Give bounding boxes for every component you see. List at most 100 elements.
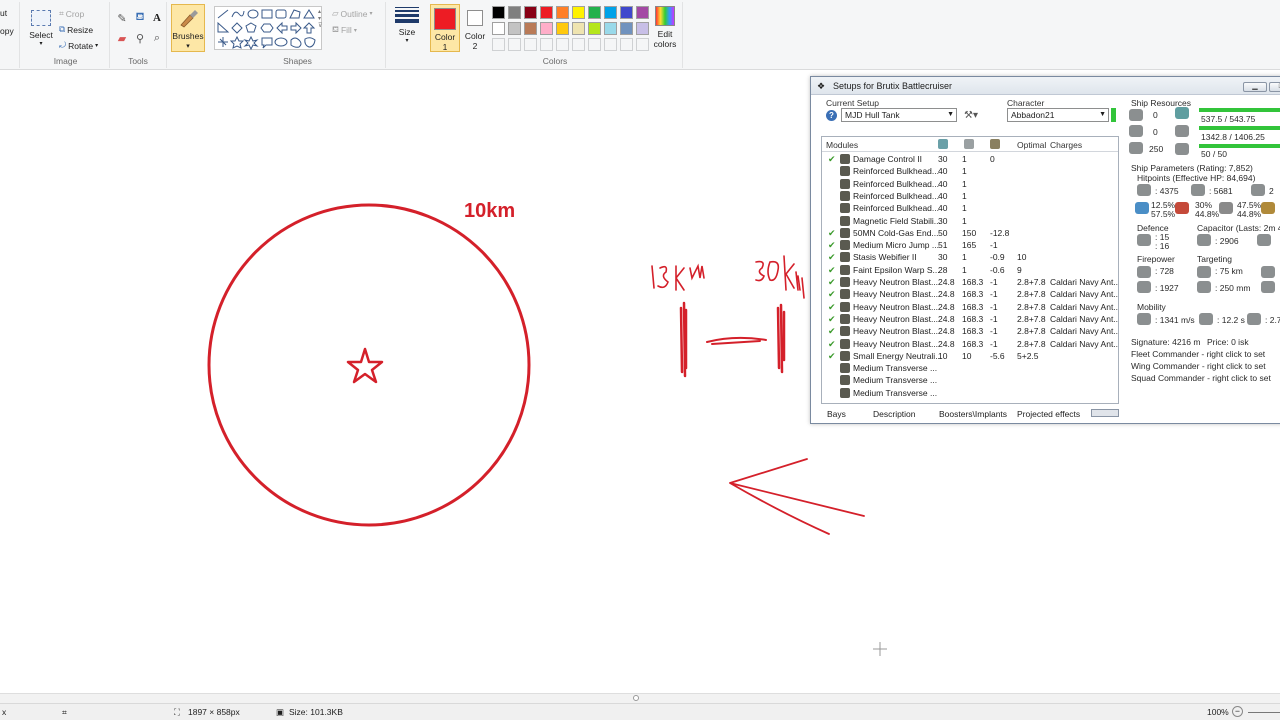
module-row[interactable]: Reinforced Bulkhead... 40 1: [822, 178, 1118, 190]
zoom-out-button[interactable]: −: [1232, 706, 1243, 717]
module-row[interactable]: ✔ Small Energy Neutrali... 10 10 -5.6 5+2.5: [822, 350, 1118, 362]
help-icon[interactable]: ?: [826, 110, 837, 121]
squad-commander[interactable]: Squad Commander - right click to set: [1131, 373, 1271, 383]
module-row[interactable]: Reinforced Bulkhead... 40 1: [822, 165, 1118, 177]
copy-button[interactable]: opy: [0, 26, 14, 36]
module-row[interactable]: ✔ Faint Epsilon Warp S... 28 1 -0.6 9: [822, 264, 1118, 276]
module-row[interactable]: ✔ Medium Micro Jump ... 51 165 -1: [822, 239, 1118, 251]
tab-boosters-implants[interactable]: Boosters\Implants: [939, 409, 1007, 419]
brushes-button[interactable]: Brushes ▾: [171, 4, 205, 52]
cpu-col-icon[interactable]: [938, 139, 948, 149]
module-row[interactable]: Reinforced Bulkhead... 40 1: [822, 202, 1118, 214]
resize-button[interactable]: ⧉ Resize: [59, 24, 93, 35]
module-row[interactable]: Magnetic Field Stabili... 30 1: [822, 215, 1118, 227]
palette-swatch[interactable]: [636, 22, 649, 35]
palette-custom-slot[interactable]: [636, 38, 649, 51]
capacitor-col-icon[interactable]: [990, 139, 1000, 149]
palette-swatch[interactable]: [588, 6, 601, 19]
color-picker-icon[interactable]: ⚲: [132, 30, 148, 46]
modules-col-header[interactable]: Modules: [826, 140, 858, 150]
tab-description[interactable]: Description: [873, 409, 916, 419]
palette-swatch[interactable]: [540, 22, 553, 35]
rotate-button[interactable]: ⤾ Rotate ▾: [59, 40, 98, 51]
eraser-icon[interactable]: ▰: [114, 30, 130, 46]
palette-swatch[interactable]: [604, 6, 617, 19]
palette-swatch[interactable]: [492, 6, 505, 19]
align-value: : 12.2 s: [1217, 315, 1245, 325]
bracket-connector: [706, 336, 767, 345]
color1-button[interactable]: Color 1: [430, 4, 460, 52]
cut-button[interactable]: ut: [0, 8, 7, 18]
character-dropdown[interactable]: Abbadon21 ▼: [1007, 108, 1109, 122]
optimal-col-header[interactable]: Optimal: [1017, 140, 1046, 150]
palette-swatch[interactable]: [492, 22, 505, 35]
palette-custom-slot[interactable]: [572, 38, 585, 51]
palette-swatch[interactable]: [620, 22, 633, 35]
palette-swatch[interactable]: [588, 22, 601, 35]
palette-custom-slot[interactable]: [508, 38, 521, 51]
palette-swatch[interactable]: [604, 22, 617, 35]
pencil-icon[interactable]: ✎: [114, 10, 130, 26]
module-row[interactable]: ✔ Heavy Neutron Blast... 24.8 168.3 -1 2.8+7.…: [822, 276, 1118, 288]
fill-button[interactable]: ⛾ Fill ▾: [332, 24, 357, 36]
setup-titlebar[interactable]: ❖ Setups for Brutix Battlecruiser ▁ □: [811, 77, 1280, 95]
zoom-slider[interactable]: [1248, 712, 1280, 713]
edit-colors-button[interactable]: Edit colors: [651, 6, 679, 54]
powergrid-col-icon[interactable]: [964, 139, 974, 149]
module-icon: [840, 215, 850, 226]
tab-projected-effects[interactable]: Projected effects: [1017, 409, 1080, 419]
shapes-scroll[interactable]: ▴ ▾ ⊽: [318, 8, 326, 48]
fleet-commander[interactable]: Fleet Commander - right click to set: [1131, 349, 1265, 359]
tab-bays[interactable]: Bays: [827, 409, 846, 419]
minimize-button[interactable]: ▁: [1243, 82, 1267, 92]
module-row[interactable]: Reinforced Bulkhead... 40 1: [822, 190, 1118, 202]
module-row[interactable]: ✔ Heavy Neutron Blast... 24.8 168.3 -1 2.8+7.…: [822, 313, 1118, 325]
palette-custom-slot[interactable]: [524, 38, 537, 51]
palette-swatch[interactable]: [508, 6, 521, 19]
horizontal-scrollbar[interactable]: [1091, 409, 1119, 417]
palette-swatch[interactable]: [508, 22, 521, 35]
palette-custom-slot[interactable]: [620, 38, 633, 51]
module-row[interactable]: ✔ 50MN Cold-Gas End... 50 150 -12.8: [822, 227, 1118, 239]
module-row[interactable]: ✔ Heavy Neutron Blast... 24.8 168.3 -1 2.8+7.…: [822, 288, 1118, 300]
crop-button[interactable]: ⌗ Crop: [59, 8, 84, 19]
shapes-gallery-icons[interactable]: [215, 7, 323, 51]
color2-button[interactable]: Color 2: [460, 4, 490, 52]
maximize-button[interactable]: □: [1269, 82, 1280, 92]
module-row[interactable]: ✔ Stasis Webifier II 30 1 -0.9 10: [822, 251, 1118, 263]
palette-custom-slot[interactable]: [604, 38, 617, 51]
text-icon[interactable]: A: [149, 10, 165, 26]
palette-swatch[interactable]: [636, 6, 649, 19]
module-row[interactable]: Medium Transverse ...: [822, 374, 1118, 386]
fill-bucket-icon[interactable]: ⛾: [132, 10, 148, 26]
module-row[interactable]: ✔ Heavy Neutron Blast... 24.8 168.3 -1 2.8+7.…: [822, 338, 1118, 350]
palette-swatch[interactable]: [556, 6, 569, 19]
current-setup-dropdown[interactable]: MJD Hull Tank ▼: [841, 108, 957, 122]
palette-swatch[interactable]: [620, 6, 633, 19]
palette-custom-slot[interactable]: [556, 38, 569, 51]
module-cpu: 24.8: [938, 313, 955, 324]
palette-swatch[interactable]: [556, 22, 569, 35]
palette-swatch[interactable]: [524, 6, 537, 19]
module-row[interactable]: ✔ Heavy Neutron Blast... 24.8 168.3 -1 2.8+7.…: [822, 301, 1118, 313]
palette-swatch[interactable]: [572, 22, 585, 35]
palette-custom-slot[interactable]: [492, 38, 505, 51]
palette-swatch[interactable]: [540, 6, 553, 19]
module-row[interactable]: ✔ Heavy Neutron Blast... 24.8 168.3 -1 2.8+7.…: [822, 325, 1118, 337]
resize-handle[interactable]: [633, 695, 639, 701]
palette-custom-slot[interactable]: [540, 38, 553, 51]
size-button[interactable]: Size ▾: [390, 4, 424, 52]
charges-col-header[interactable]: Charges: [1050, 140, 1082, 150]
module-row[interactable]: ✔ Damage Control II 30 1 0: [822, 153, 1118, 165]
module-row[interactable]: Medium Transverse ...: [822, 362, 1118, 374]
module-row[interactable]: Medium Transverse ...: [822, 387, 1118, 399]
palette-swatch[interactable]: [524, 22, 537, 35]
magnifier-icon[interactable]: ⌕: [149, 30, 165, 46]
setup-tool-icon[interactable]: ⚒▾: [964, 110, 978, 121]
select-button[interactable]: Select ▾: [28, 6, 54, 50]
palette-swatch[interactable]: [572, 6, 585, 19]
canvas-horizontal-scrollbar[interactable]: [0, 693, 1280, 703]
palette-custom-slot[interactable]: [588, 38, 601, 51]
wing-commander[interactable]: Wing Commander - right click to set: [1131, 361, 1266, 371]
outline-button[interactable]: ▱ Outline ▾: [332, 8, 373, 19]
